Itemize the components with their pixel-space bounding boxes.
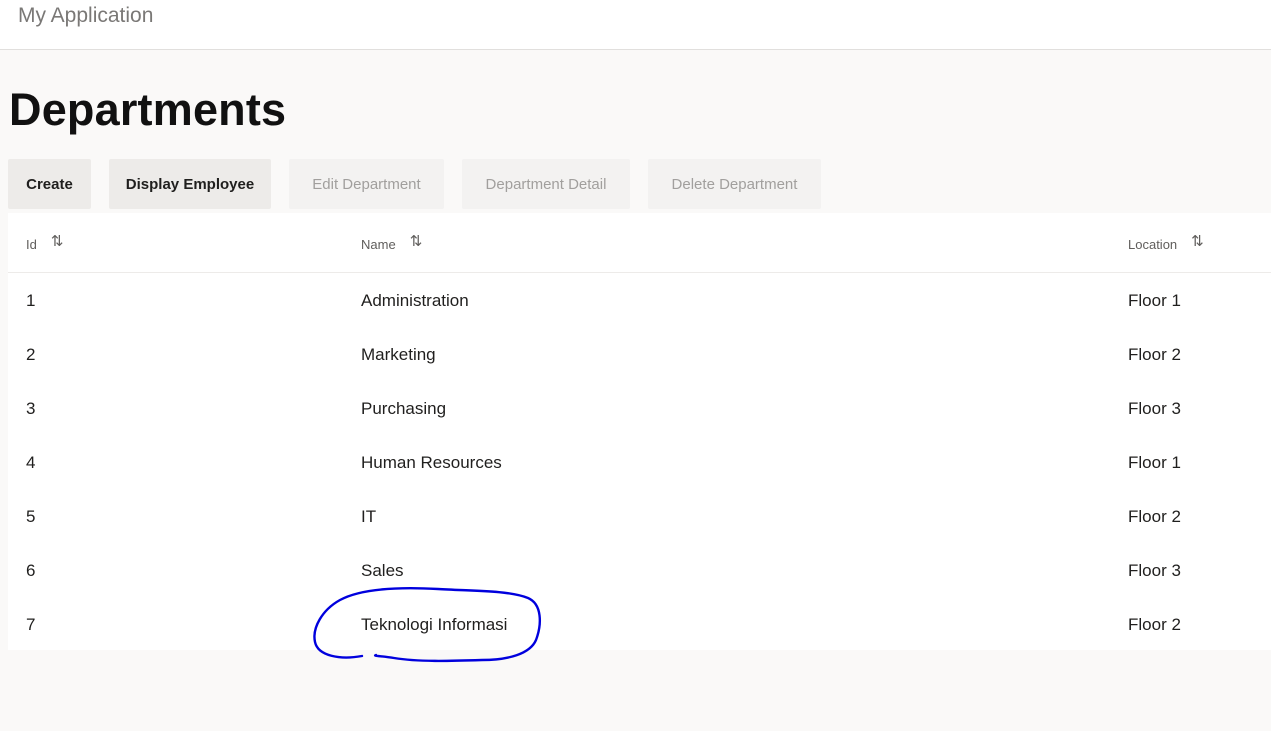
edit-department-button[interactable]: Edit Department [289, 159, 444, 209]
create-button[interactable]: Create [8, 159, 91, 209]
page-title: Departments [9, 84, 287, 135]
table-row[interactable]: 6 Sales Floor 3 [8, 543, 1271, 597]
table-row[interactable]: 4 Human Resources Floor 1 [8, 435, 1271, 489]
column-header-label: Location [1128, 236, 1178, 252]
sort-icon[interactable]: ⇅ [51, 232, 64, 250]
cell-id: 7 [26, 615, 36, 634]
table-row[interactable]: 5 IT Floor 2 [8, 489, 1271, 543]
app-title: My Application [18, 4, 154, 27]
column-header-label: Id [26, 236, 37, 252]
table-row[interactable]: 2 Marketing Floor 2 [8, 327, 1271, 381]
cell-name: Purchasing [361, 399, 447, 418]
column-header-id[interactable]: Id ⇅ [26, 232, 64, 253]
sort-icon[interactable]: ⇅ [1191, 232, 1204, 250]
table-row[interactable]: 7 Teknologi Informasi Floor 2 [8, 597, 1271, 651]
table-header: Id ⇅ Name ⇅ Location ⇅ [8, 213, 1271, 273]
cell-name: Marketing [361, 345, 436, 364]
sort-icon[interactable]: ⇅ [410, 232, 423, 250]
cell-location: Floor 2 [1128, 507, 1181, 526]
cell-name: IT [361, 507, 377, 526]
cell-id: 5 [26, 507, 36, 526]
cell-id: 2 [26, 345, 36, 364]
department-detail-button[interactable]: Department Detail [462, 159, 630, 209]
column-header-label: Name [361, 236, 396, 252]
cell-id: 4 [26, 453, 36, 472]
table-row[interactable]: 1 Administration Floor 1 [8, 273, 1271, 327]
cell-location: Floor 3 [1128, 561, 1181, 580]
cell-id: 6 [26, 561, 36, 580]
display-employee-button[interactable]: Display Employee [109, 159, 271, 209]
cell-location: Floor 2 [1128, 345, 1181, 364]
cell-name: Teknologi Informasi [361, 615, 508, 634]
cell-location: Floor 3 [1128, 399, 1181, 418]
cell-name: Sales [361, 561, 404, 580]
cell-location: Floor 1 [1128, 453, 1181, 472]
top-bar: My Application [0, 0, 1271, 50]
cell-id: 1 [26, 291, 36, 310]
delete-department-button[interactable]: Delete Department [648, 159, 821, 209]
table-row[interactable]: 3 Purchasing Floor 3 [8, 381, 1271, 435]
column-header-location[interactable]: Location ⇅ [1128, 232, 1204, 253]
cell-location: Floor 1 [1128, 291, 1181, 310]
departments-table: Id ⇅ Name ⇅ Location ⇅ 1 Administration … [8, 213, 1271, 650]
cell-name: Administration [361, 291, 469, 310]
cell-id: 3 [26, 399, 36, 418]
column-header-name[interactable]: Name ⇅ [361, 232, 423, 253]
cell-name: Human Resources [361, 453, 502, 472]
table-body: 1 Administration Floor 1 2 Marketing Flo… [8, 273, 1271, 651]
cell-location: Floor 2 [1128, 615, 1181, 634]
